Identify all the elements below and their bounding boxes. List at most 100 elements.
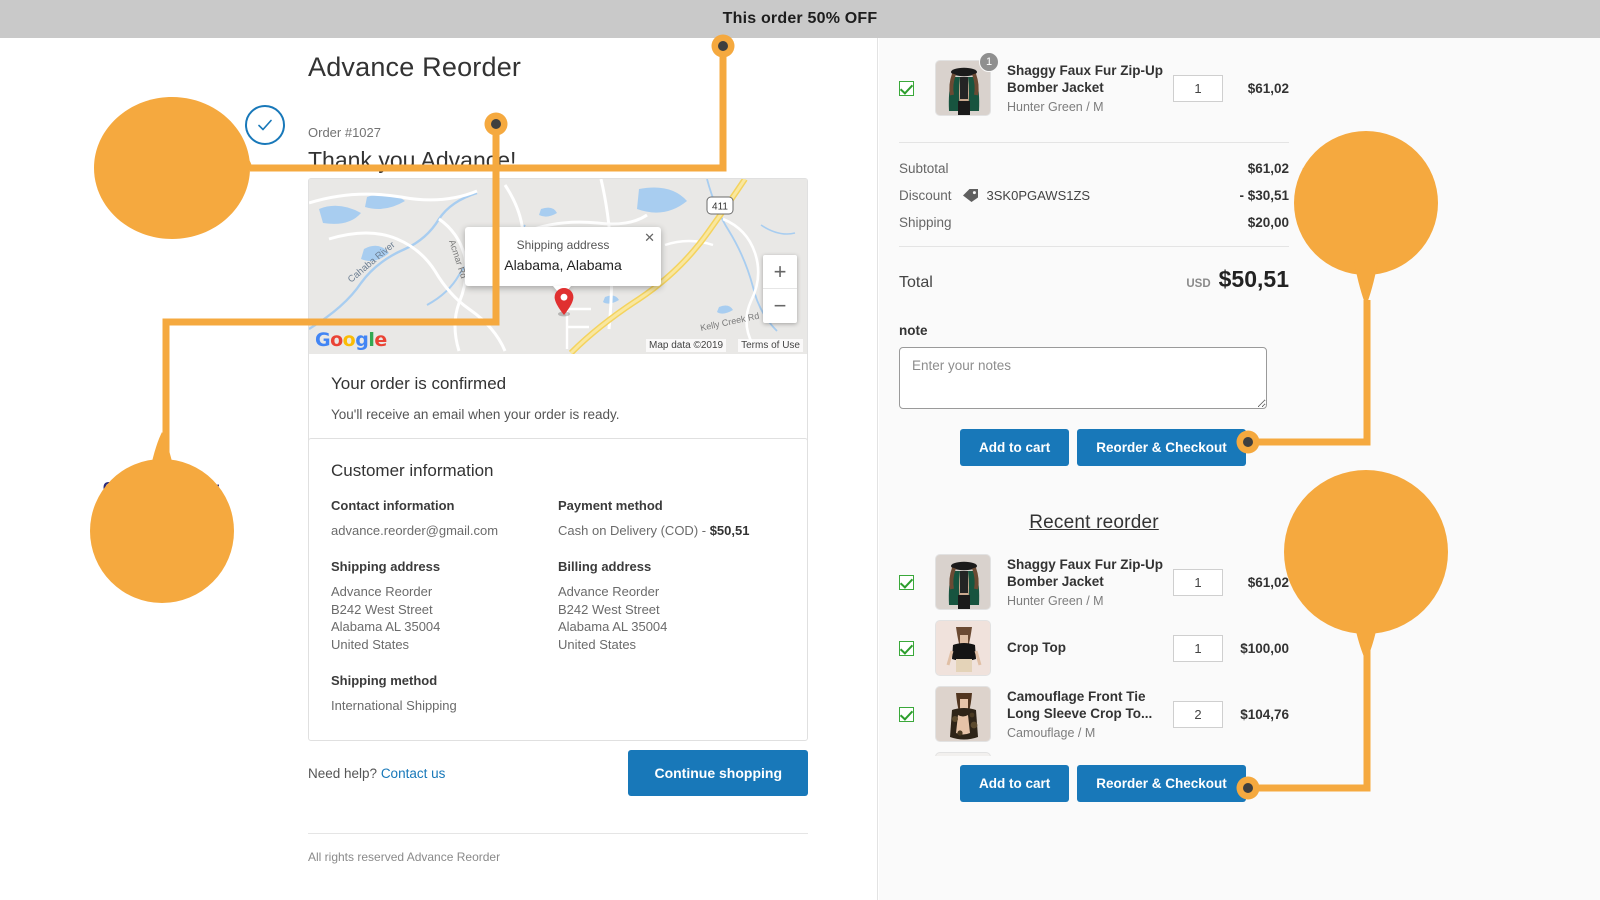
product-thumbnail-skater-skirt[interactable] — [935, 752, 991, 756]
list-item: Black and White Striped Skater Skirts do — [899, 752, 1289, 756]
recent-item-quantity-input[interactable] — [1173, 700, 1223, 728]
contact-email: advance.reorder@gmail.com — [331, 523, 499, 538]
callout-reorder-last-label: Reorder your last order — [1301, 166, 1431, 202]
shipping-address-line: United States — [331, 636, 410, 652]
recent-reorder-checkout-button[interactable]: Reorder & Checkout — [1077, 765, 1246, 802]
recent-item-quantity-input[interactable] — [1173, 634, 1223, 662]
recent-item-checkbox[interactable] — [899, 574, 914, 590]
map-info-window[interactable]: ✕ Shipping address Alabama, Alabama — [465, 227, 661, 297]
recent-action-buttons: Add to cart Reorder & Checkout — [899, 765, 1289, 802]
recent-item-info: Crop Top — [1007, 639, 1173, 656]
map-terms-link[interactable]: Terms of Use — [738, 339, 803, 352]
add-to-cart-button[interactable]: Add to cart — [960, 429, 1070, 466]
recent-reorder-list-clip: Shaggy Faux Fur Zip-Up Bomber Jacket Hun… — [899, 534, 1289, 756]
billing-address-heading: Billing address — [558, 559, 652, 575]
cart-item-thumbnail-wrap: 1 — [935, 52, 999, 116]
recent-item-thumbnail-wrap — [935, 554, 991, 610]
recent-item-checkbox[interactable] — [899, 640, 914, 656]
need-help-prefix: Need help? — [308, 765, 381, 781]
order-totals: Subtotal $61,02 Discount 3SK0PGAWS1ZS - … — [899, 143, 1289, 246]
map-zoom-out-button[interactable]: − — [763, 289, 797, 323]
list-item: Shaggy Faux Fur Zip-Up Bomber Jacket Hun… — [899, 554, 1289, 610]
callout-announcement-label: Announcement of New Discount Offer — [100, 144, 244, 180]
billing-address-block: Billing address Advance Reorder B242 Wes… — [558, 559, 785, 653]
contact-us-link[interactable]: Contact us — [381, 766, 446, 781]
note-textarea[interactable] — [899, 347, 1267, 409]
billing-address-line: B242 West Street — [558, 601, 660, 617]
recent-item-thumbnail-wrap — [935, 686, 991, 742]
grand-total-row: Total USD $50,51 — [899, 247, 1289, 293]
cart-item-price: $61,02 — [1247, 80, 1289, 96]
customer-information-title: Customer information — [331, 461, 494, 480]
map-zoom-in-button[interactable]: + — [763, 255, 797, 289]
billing-address-line: Alabama AL 35004 — [558, 619, 668, 635]
billing-address-line: United States — [558, 636, 637, 652]
shipping-method-heading: Shipping method — [331, 673, 438, 689]
discount-code: 3SK0PGAWS1ZS — [986, 188, 1091, 203]
reorder-sidebar-inner: 1 Shaggy Faux Fur Zip-Up Bomber Jacket H… — [899, 38, 1289, 802]
recent-reorder-title: Recent reorder — [1029, 512, 1159, 533]
promo-banner: This order 50% OFF — [0, 0, 1600, 38]
list-item: Crop Top $100,00 — [899, 620, 1289, 676]
discount-row: Discount 3SK0PGAWS1ZS - $30,51 — [899, 188, 1289, 203]
recent-item-title: Shaggy Faux Fur Zip-Up Bomber Jacket — [1007, 556, 1164, 589]
cart-action-buttons: Add to cart Reorder & Checkout — [899, 429, 1289, 466]
svg-text:411: 411 — [712, 202, 728, 213]
shipping-method-value: International Shipping — [331, 698, 457, 714]
recent-item-variant: Hunter Green / M — [1007, 594, 1104, 609]
cart-item-checkbox[interactable] — [899, 80, 914, 96]
reorder-sidebar: 1 Shaggy Faux Fur Zip-Up Bomber Jacket H… — [879, 38, 1600, 900]
recent-item-price: $100,00 — [1240, 640, 1289, 656]
cart-line-item: 1 Shaggy Faux Fur Zip-Up Bomber Jacket H… — [899, 52, 1289, 116]
cart-item-quantity-input[interactable] — [1173, 74, 1223, 102]
customer-information-card: Customer information Contact information… — [308, 438, 808, 742]
shipping-address-line: Alabama AL 35004 — [331, 619, 441, 635]
order-confirmed-title: Your order is confirmed — [331, 374, 507, 393]
subtotal-row: Subtotal $61,02 — [899, 161, 1289, 176]
grand-total-amount: $50,51 — [1218, 266, 1289, 292]
shipping-address-line: Advance Reorder — [331, 584, 433, 600]
continue-shopping-button[interactable]: Continue shopping — [628, 750, 808, 796]
payment-method-block: Payment method Cash on Delivery (COD) - … — [558, 498, 785, 539]
order-status-card: 411 Cahaba River Acmar Rd Kelly Creek Rd… — [308, 178, 808, 447]
customer-information-grid: Contact information advance.reorder@gmai… — [331, 498, 785, 714]
grand-total-currency: USD — [1186, 278, 1211, 290]
discount-value: - $30,51 — [1239, 188, 1289, 203]
shipping-method-block: Shipping method International Shipping — [331, 673, 558, 714]
list-item: Camouflage Front Tie Long Sleeve Crop To… — [899, 686, 1289, 742]
callout-thank-you-page-label: Customer order thank you page — [102, 480, 220, 516]
cart-item-row: 1 Shaggy Faux Fur Zip-Up Bomber Jacket H… — [899, 38, 1289, 142]
subtotal-label: Subtotal — [899, 161, 949, 176]
payment-method-amount: $50,51 — [709, 523, 750, 538]
map-zoom-controls[interactable]: + − — [763, 255, 797, 323]
order-column: Advance Reorder Order #1027 Thank you Ad… — [245, 38, 820, 864]
close-icon[interactable]: ✕ — [644, 231, 655, 244]
product-thumbnail-camouflage[interactable] — [935, 686, 991, 742]
info-window-value: Alabama, Alabama — [504, 257, 622, 273]
recent-add-to-cart-button[interactable]: Add to cart — [960, 765, 1070, 802]
recent-item-quantity-input[interactable] — [1173, 568, 1223, 596]
recent-item-checkbox[interactable] — [899, 706, 914, 722]
info-window-label: Shipping address — [516, 238, 610, 252]
grand-total-right: USD $50,51 — [1186, 266, 1289, 293]
map-data-credit: Map data ©2019 — [646, 339, 727, 352]
shipping-address-block: Shipping address Advance Reorder B242 We… — [331, 559, 558, 653]
recent-item-thumbnail-wrap — [935, 752, 991, 756]
order-number: Order #1027 — [308, 125, 381, 140]
reorder-checkout-button[interactable]: Reorder & Checkout — [1077, 429, 1246, 466]
product-thumbnail-crop-top[interactable] — [935, 620, 991, 676]
recent-item-info: Camouflage Front Tie Long Sleeve Crop To… — [1007, 688, 1173, 741]
shipping-address-line: B242 West Street — [331, 601, 433, 617]
footer-copyright: All rights reserved Advance Reorder — [308, 850, 501, 864]
thank-you-heading: Thank you Advance! — [308, 147, 517, 173]
google-logo: Google — [315, 329, 387, 351]
payment-method-heading: Payment method — [558, 498, 663, 513]
order-confirmed-body: Your order is confirmed You'll receive a… — [309, 354, 807, 446]
recent-item-info: Shaggy Faux Fur Zip-Up Bomber Jacket Hun… — [1007, 556, 1173, 609]
promo-banner-text: This order 50% OFF — [722, 10, 878, 27]
page-title: Advance Reorder — [308, 52, 522, 82]
product-thumbnail-jacket[interactable] — [935, 554, 991, 610]
shipping-map[interactable]: 411 Cahaba River Acmar Rd Kelly Creek Rd… — [309, 179, 807, 354]
map-attribution: Map data ©2019 Terms of Use — [646, 339, 803, 352]
payment-method-value: Cash on Delivery (COD) - $50,51 — [558, 522, 785, 539]
